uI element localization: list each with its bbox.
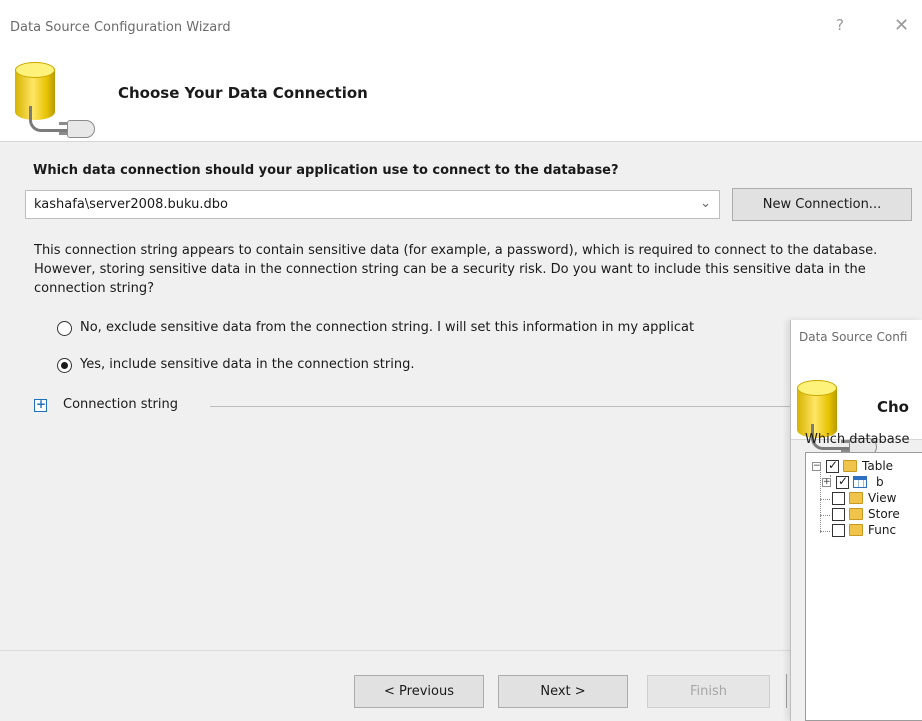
radio-button-selected[interactable] [57,358,72,373]
checkbox-checked[interactable]: ✓ [836,474,849,489]
finish-button[interactable]: Finish [647,675,770,708]
wizard-window: Data Source Configuration Wizard ? ✕ Cho… [0,0,922,721]
connection-dropdown[interactable]: kashafa\server2008.buku.dbo ⌄ [25,190,720,219]
checkbox[interactable] [832,492,845,505]
second-wizard-header: Cho [791,358,922,456]
close-button[interactable]: ✕ [894,15,909,36]
checkbox[interactable] [832,524,845,537]
table-icon [853,476,867,488]
radio-include-label: Yes, include sensitive data in the conne… [80,357,415,372]
checkbox[interactable] [832,508,845,521]
tree-item-views[interactable]: View [822,491,922,507]
folder-icon [843,460,857,472]
tree-item-tables[interactable]: − ✓ Table [812,458,922,475]
next-button[interactable]: Next > [498,675,628,708]
previous-button[interactable]: < Previous [354,675,484,708]
tree-item-label: Store [868,507,900,521]
chevron-down-icon: ⌄ [700,196,711,211]
tree-item-stored-procedures[interactable]: Store [822,507,922,523]
divider [210,406,790,407]
tree-item-functions[interactable]: Func [822,523,922,539]
expand-icon[interactable]: + [34,397,47,412]
footer-divider [0,650,922,651]
folder-icon [849,492,863,504]
connection-dropdown-value: kashafa\server2008.buku.dbo [34,197,228,212]
database-objects-tree[interactable]: − ✓ Table + ✓ b View Store Func [805,452,922,721]
wizard-header: Choose Your Data Connection [0,40,922,142]
radio-button[interactable] [57,321,72,336]
tree-item-label: Table [862,459,894,473]
new-connection-button[interactable]: New Connection... [732,188,912,221]
radio-exclude-label: No, exclude sensitive data from the conn… [80,320,695,335]
connection-question: Which data connection should your applic… [33,163,619,178]
window-title: Data Source Configuration Wizard [10,20,231,35]
tree-item-label: b [876,475,884,489]
second-wizard-window: Data Source Confi Cho Which database − ✓… [790,320,922,721]
checkbox-checked[interactable]: ✓ [826,458,839,473]
tree-item-label: View [868,491,897,505]
tree-item-table-b[interactable]: + ✓ b [822,474,922,491]
connection-string-label: Connection string [63,397,179,412]
sensitive-data-message: This connection string appears to contai… [34,243,878,296]
folder-icon [849,508,863,520]
database-objects-question: Which database [805,432,910,447]
expand-icon[interactable]: + [822,478,831,487]
title-bar: Data Source Configuration Wizard ? ✕ [0,0,922,40]
page-title: Choose Your Data Connection [118,84,368,102]
help-button[interactable]: ? [836,16,844,34]
tree-item-label: Func [868,523,897,537]
divider [786,674,787,708]
folder-icon [849,524,863,536]
collapse-icon[interactable]: − [812,462,821,471]
second-title-bar: Data Source Confi [791,320,922,358]
second-page-title: Cho [877,398,909,416]
second-window-title: Data Source Confi [799,330,908,344]
